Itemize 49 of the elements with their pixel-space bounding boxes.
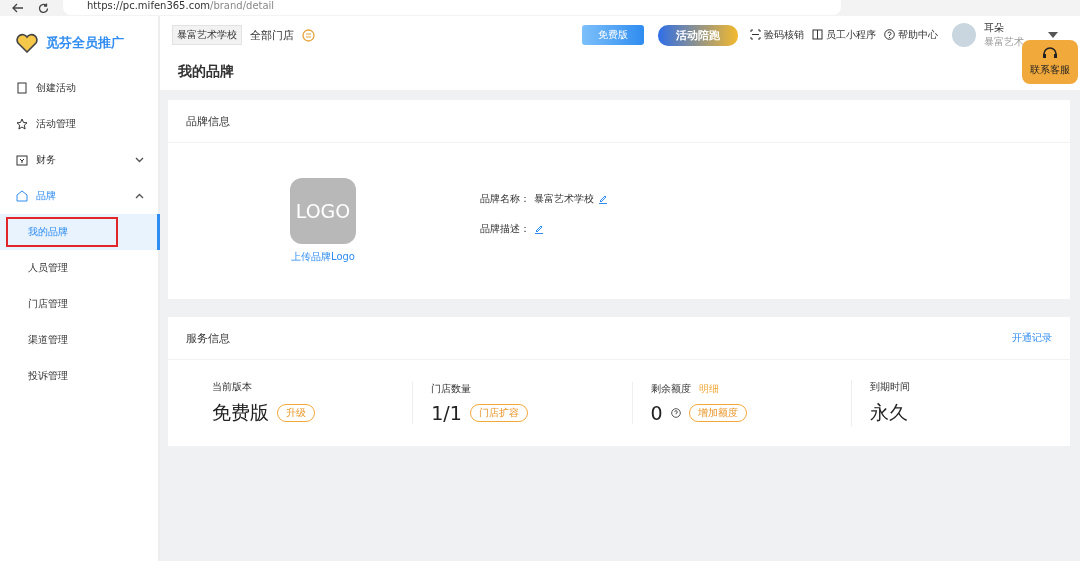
sidebar-item[interactable]: 创建活动 (0, 70, 158, 106)
sidebar-subitem[interactable]: 渠道管理 (0, 322, 160, 358)
school-tag: 暴富艺术学校 (172, 25, 242, 45)
sidebar-subitem[interactable]: 门店管理 (0, 286, 160, 322)
user-org: 暴富艺术 (984, 35, 1025, 49)
sidebar-item[interactable]: 活动管理 (0, 106, 158, 142)
stat-value: 0 (650, 402, 663, 424)
heart-logo-icon (16, 33, 38, 53)
header-link[interactable]: 员工小程序 (812, 28, 876, 42)
house-icon (16, 190, 28, 202)
stat-value: 永久 (869, 400, 908, 425)
sidebar-item[interactable]: 品牌 (0, 178, 158, 214)
stat-label: 剩余额度 (650, 382, 691, 396)
user-name: 耳朵 (984, 21, 1005, 35)
sidebar-subitem[interactable]: 人员管理 (0, 250, 160, 286)
dropdown-icon[interactable] (1048, 32, 1058, 38)
scan-icon (750, 28, 761, 40)
help-icon[interactable] (670, 408, 681, 418)
brand-name: 觅芬全员推广 (46, 34, 124, 52)
store-selector[interactable]: 全部门店 (250, 27, 294, 43)
headset-icon (1042, 47, 1058, 61)
wallet-icon (16, 154, 28, 166)
card-title: 服务信息 (186, 330, 230, 346)
stat-label: 当前版本 (212, 380, 252, 394)
reload-icon[interactable] (38, 2, 49, 14)
card-title: 品牌信息 (186, 113, 230, 129)
field-label: 品牌名称： (480, 192, 530, 206)
field-label: 品牌描述： (480, 222, 530, 236)
upload-logo-link[interactable]: 上传品牌Logo (291, 250, 355, 264)
switch-icon[interactable] (302, 28, 315, 42)
header-link[interactable]: 验码核销 (750, 28, 804, 42)
address-bar[interactable]: https://pc.mifen365.com/brand/detail (63, 0, 841, 15)
edit-icon[interactable] (598, 194, 608, 204)
stat-label: 到期时间 (869, 380, 910, 394)
stat-label: 门店数量 (431, 382, 472, 396)
document-icon (16, 82, 28, 94)
field-value: 暴富艺术学校 (534, 192, 594, 206)
records-link[interactable]: 开通记录 (1012, 331, 1052, 345)
back-icon[interactable] (12, 3, 24, 13)
header-link[interactable]: 帮助中心 (884, 28, 938, 42)
star-icon (16, 118, 28, 130)
stat-value: 免费版 (212, 400, 269, 425)
sidebar-subitem[interactable]: 投诉管理 (0, 358, 160, 394)
customer-service-button[interactable]: 联系客服 (1022, 40, 1078, 84)
edit-icon[interactable] (534, 224, 544, 234)
grid-icon (812, 28, 823, 40)
stat-value: 1/1 (431, 402, 462, 424)
help-icon (884, 28, 895, 40)
sidebar-item[interactable]: 财务 (0, 142, 158, 178)
